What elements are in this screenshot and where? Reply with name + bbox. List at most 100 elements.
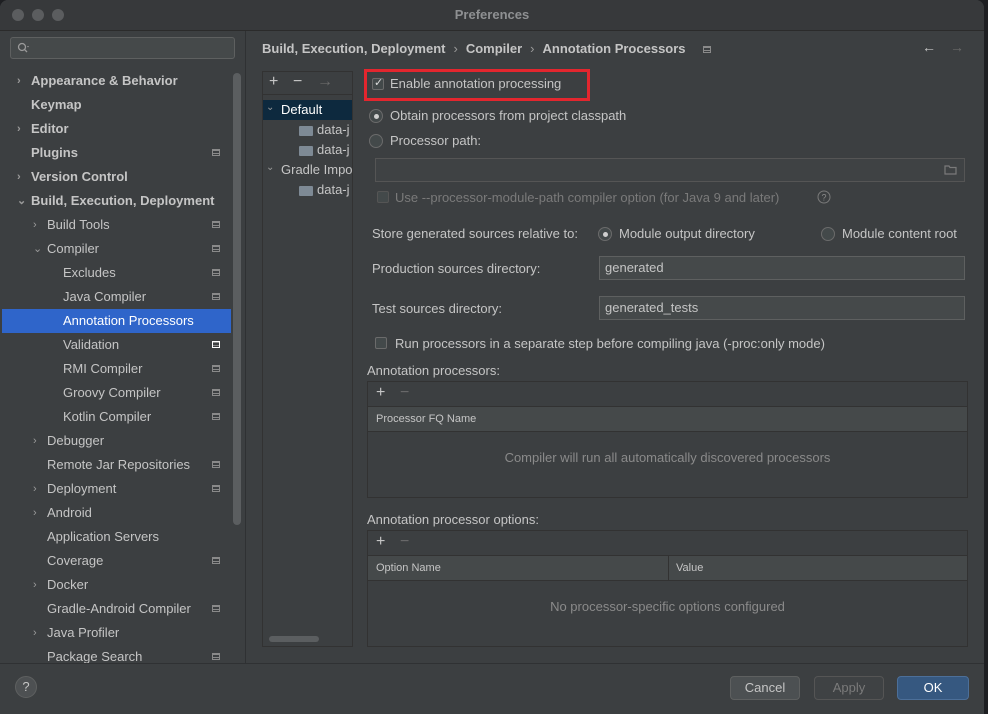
module-item[interactable]: data-j [299, 120, 350, 140]
sidebar-item-label: Appearance & Behavior [31, 73, 178, 88]
sidebar-item-label: Remote Jar Repositories [47, 457, 191, 472]
sidebar-item-label: Coverage [47, 553, 104, 568]
help-icon[interactable]: ? [817, 190, 831, 204]
project-settings-icon [212, 245, 220, 252]
sidebar-item-gradle-android-compiler[interactable]: Gradle-Android Compiler [47, 597, 191, 621]
options-toolbar: + − [368, 531, 967, 555]
processors-header: Processor FQ Name [368, 406, 967, 432]
sidebar-item-label: RMI Compiler [63, 361, 143, 376]
sidebar-item-label: Android [47, 505, 92, 520]
remove-option-button[interactable]: − [400, 533, 409, 551]
separate-step-checkbox[interactable] [375, 337, 387, 349]
project-settings-icon [212, 293, 220, 300]
breadcrumb-item: Build, Execution, Deployment [262, 41, 446, 56]
sidebar-item-build-tools[interactable]: › Build Tools [33, 213, 110, 237]
sidebar-item-validation[interactable]: Validation [63, 333, 119, 357]
sidebar-scrollbar[interactable] [233, 73, 241, 525]
search-input[interactable] [10, 37, 235, 59]
module-item[interactable]: data-j [299, 140, 350, 160]
module-label: data-j [317, 122, 350, 137]
processor-fq-name-column[interactable]: Processor FQ Name [376, 407, 476, 431]
sidebar-item-plugins[interactable]: Plugins [31, 141, 78, 165]
project-settings-icon [212, 389, 220, 396]
chevron-right-icon: › [17, 123, 21, 135]
sidebar-item-docker[interactable]: › Docker [33, 573, 88, 597]
option-name-column[interactable]: Option Name [376, 556, 441, 580]
obtain-from-classpath-radio[interactable] [369, 109, 383, 123]
add-profile-button[interactable]: + [269, 73, 278, 91]
cancel-button[interactable]: Cancel [730, 676, 800, 700]
sidebar-item-groovy-compiler[interactable]: Groovy Compiler [63, 381, 161, 405]
sidebar-item-annotation-processors[interactable]: Annotation Processors [2, 309, 231, 333]
sidebar-item-label: Deployment [47, 481, 117, 496]
sidebar-item-label: Plugins [31, 145, 78, 160]
background-edge [984, 0, 988, 714]
sidebar-item-remote-jar-repositories[interactable]: Remote Jar Repositories [47, 453, 190, 477]
chevron-down-icon: ⌄ [266, 162, 275, 173]
remove-profile-button[interactable]: − [293, 73, 302, 91]
sidebar-item-label: Java Profiler [47, 625, 120, 640]
sidebar-item-label: Excludes [63, 265, 116, 280]
chevron-right-icon: › [33, 435, 37, 447]
profile-item-default[interactable]: Default [263, 100, 352, 120]
profiles-scrollbar[interactable] [269, 636, 319, 642]
sidebar-item-version-control[interactable]: › Version Control [17, 165, 128, 189]
ok-button[interactable]: OK [897, 676, 969, 700]
sidebar-item-android[interactable]: › Android [33, 501, 92, 525]
sidebar-item-label: Debugger [47, 433, 105, 448]
sidebar-item-excludes[interactable]: Excludes [63, 261, 116, 285]
sidebar-item-rmi-compiler[interactable]: RMI Compiler [63, 357, 142, 381]
sidebar-item-compiler[interactable]: ⌄ Compiler [33, 237, 99, 261]
module-item[interactable]: data-j [299, 180, 350, 200]
sidebar-item-coverage[interactable]: Coverage [47, 549, 103, 573]
forward-arrow-icon[interactable]: → [950, 39, 964, 55]
apply-button[interactable]: Apply [814, 676, 884, 700]
sidebar-item-editor[interactable]: › Editor [17, 117, 69, 141]
add-option-button[interactable]: + [376, 533, 385, 551]
processor-path-radio[interactable] [369, 134, 383, 148]
add-processor-button[interactable]: + [376, 384, 385, 402]
remove-processor-button[interactable]: − [400, 384, 409, 402]
sidebar-item-kotlin-compiler[interactable]: Kotlin Compiler [63, 405, 151, 429]
sidebar-item-label: Kotlin Compiler [63, 409, 152, 424]
test-sources-input[interactable]: generated_tests [599, 296, 965, 320]
module-output-radio[interactable] [598, 227, 612, 241]
sidebar-item-appearance[interactable]: › Appearance & Behavior [17, 69, 178, 93]
module-folder-icon [299, 125, 313, 136]
store-generated-label: Store generated sources relative to: [372, 226, 578, 241]
profile-item-gradle-imported[interactable]: Gradle Impo [281, 160, 352, 180]
sidebar-item-label: Java Compiler [63, 289, 147, 304]
processor-path-label: Processor path: [390, 133, 482, 148]
chevron-right-icon: › [33, 579, 37, 591]
sidebar-item-keymap[interactable]: Keymap [31, 93, 82, 117]
sidebar-item-java-profiler[interactable]: › Java Profiler [33, 621, 120, 645]
search-icon [17, 42, 29, 53]
move-module-button[interactable]: → [317, 73, 333, 91]
project-settings-icon [212, 605, 220, 612]
sidebar-item-application-servers[interactable]: Application Servers [47, 525, 159, 549]
sidebar-item-java-compiler[interactable]: Java Compiler [63, 285, 146, 309]
module-label: data-j [317, 142, 350, 157]
chevron-right-icon: › [33, 483, 37, 495]
annotation-processor-options-title: Annotation processor options: [367, 512, 539, 527]
breadcrumb-separator: › [530, 41, 535, 56]
project-settings-icon [212, 413, 220, 420]
breadcrumb-separator: › [453, 41, 458, 56]
sidebar-item-build-execution-deployment[interactable]: ⌄ Build, Execution, Deployment [17, 189, 214, 213]
sidebar-item-debugger[interactable]: › Debugger [33, 429, 105, 453]
module-label: data-j [317, 182, 350, 197]
processor-path-field[interactable] [375, 158, 965, 182]
folder-browse-icon[interactable] [944, 164, 958, 176]
title-bar: Preferences [0, 0, 984, 31]
back-arrow-icon[interactable]: ← [922, 39, 936, 55]
chevron-right-icon: › [33, 627, 37, 639]
processor-module-path-checkbox[interactable] [377, 191, 389, 203]
production-sources-input[interactable]: generated [599, 256, 965, 280]
settings-content: Build, Execution, Deployment › Compiler › An… [246, 31, 984, 663]
help-button[interactable]: ? [15, 676, 37, 698]
option-value-column[interactable]: Value [676, 556, 703, 580]
preferences-window: Preferences › Appearance & Behavior Keyma… [0, 0, 984, 714]
sidebar-item-deployment[interactable]: › Deployment [33, 477, 117, 501]
module-content-root-radio[interactable] [821, 227, 835, 241]
test-sources-label: Test sources directory: [372, 301, 503, 316]
